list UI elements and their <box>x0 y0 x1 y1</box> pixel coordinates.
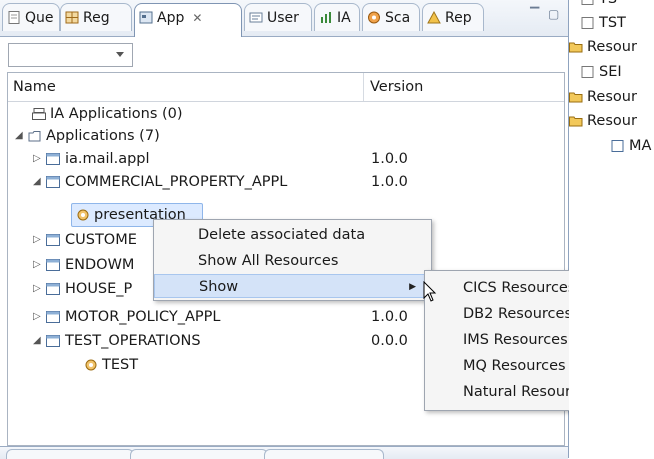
right-item[interactable]: Resour <box>569 86 637 108</box>
collapsed-arrow-icon[interactable]: ▷ <box>33 306 43 328</box>
right-item[interactable]: TST <box>581 12 626 34</box>
expanded-arrow-icon[interactable]: ◢ <box>33 330 43 352</box>
menu-item-cics-resources[interactable]: CICS Resources <box>463 275 575 301</box>
application-icon <box>46 176 60 188</box>
filter-combo[interactable] <box>8 43 133 67</box>
chart-icon <box>321 12 331 23</box>
close-tab-icon[interactable]: ✕ <box>192 11 202 25</box>
tree-row-commercial-property-appl[interactable]: ◢ COMMERCIAL_PROPERTY_APPL 1.0.0 <box>8 171 564 193</box>
ia-applications-icon <box>32 108 46 120</box>
collapsed-arrow-icon[interactable]: ▷ <box>33 254 43 276</box>
tab-sca[interactable]: Sca <box>362 3 420 31</box>
tab-app[interactable]: App ✕ <box>134 3 242 37</box>
application-icon <box>46 153 60 165</box>
gear-icon <box>77 209 89 221</box>
tab-reg[interactable]: Reg <box>60 3 132 31</box>
tab-rep[interactable]: Rep <box>422 3 484 31</box>
menu-item-db2-resources[interactable]: DB2 Resources <box>463 301 572 327</box>
collapsed-arrow-icon[interactable]: ▷ <box>33 148 43 170</box>
bottom-tab-bar <box>0 446 568 459</box>
file-icon <box>581 0 594 5</box>
application-icon <box>46 259 60 271</box>
scan-icon <box>368 11 380 24</box>
column-version[interactable]: Version <box>370 79 423 95</box>
right-item[interactable]: TS <box>581 0 617 10</box>
right-resource-panel: TS TST Resour SEI Resour Resour MA <box>569 0 654 458</box>
collapsed-arrow-icon[interactable]: ▷ <box>33 229 43 251</box>
menu-item-show[interactable]: Show ▶ <box>154 274 431 298</box>
folder-icon <box>569 42 583 53</box>
application-icon <box>46 311 60 323</box>
menu-item-mq-resources[interactable]: MQ Resources <box>463 353 566 379</box>
right-item[interactable]: Resour <box>569 36 637 58</box>
right-item[interactable]: MA <box>611 135 651 157</box>
report-icon <box>427 11 441 24</box>
expanded-arrow-icon[interactable]: ◢ <box>33 171 43 193</box>
resource-icon <box>611 140 624 152</box>
page-icon <box>8 11 20 24</box>
file-icon <box>581 17 594 29</box>
chevron-down-icon[interactable] <box>116 52 124 57</box>
tab-ia[interactable]: IA <box>314 3 360 31</box>
submenu-arrow-icon: ▶ <box>409 282 416 292</box>
menu-item-delete-associated-data[interactable]: Delete associated data <box>154 223 431 247</box>
gear-icon <box>85 359 97 371</box>
view-tab-bar: Que Reg App ✕ User IA Sca Rep ▔ ▢ <box>0 0 568 37</box>
filter-row <box>0 37 568 71</box>
tab-user[interactable]: User <box>244 3 312 31</box>
menu-item-ims-resources[interactable]: IMS Resources <box>463 327 568 353</box>
tree-row-ia-applications[interactable]: IA Applications (0) <box>8 103 564 125</box>
column-name[interactable]: Name <box>13 79 56 95</box>
table-header: Name Version <box>8 73 564 102</box>
applications-folder-icon <box>28 131 41 142</box>
mouse-cursor-icon <box>423 281 437 302</box>
collapsed-arrow-icon[interactable]: ▷ <box>33 278 43 300</box>
grid-icon <box>65 11 79 24</box>
user-icon <box>249 12 263 23</box>
folder-icon <box>569 116 583 127</box>
maximize-icon[interactable]: ▢ <box>548 8 560 20</box>
menu-item-show-all-resources[interactable]: Show All Resources <box>154 249 431 273</box>
right-item[interactable]: Resour <box>569 110 637 132</box>
folder-icon <box>569 92 583 103</box>
column-separator[interactable] <box>363 73 364 101</box>
tree-row-ia-mail-appl[interactable]: ▷ ia.mail.appl 1.0.0 <box>8 148 564 170</box>
app-icon <box>139 11 153 24</box>
application-icon <box>46 283 60 295</box>
right-item[interactable]: SEI <box>581 61 622 83</box>
expanded-arrow-icon[interactable]: ◢ <box>15 125 25 147</box>
tree-row-applications[interactable]: ◢ Applications (7) <box>8 125 564 147</box>
file-icon <box>581 66 594 78</box>
application-icon <box>46 234 60 246</box>
minimize-icon[interactable]: ▔ <box>530 8 542 20</box>
tab-que[interactable]: Que <box>2 3 60 31</box>
application-icon <box>46 335 60 347</box>
context-menu: Delete associated data Show All Resource… <box>153 219 432 301</box>
